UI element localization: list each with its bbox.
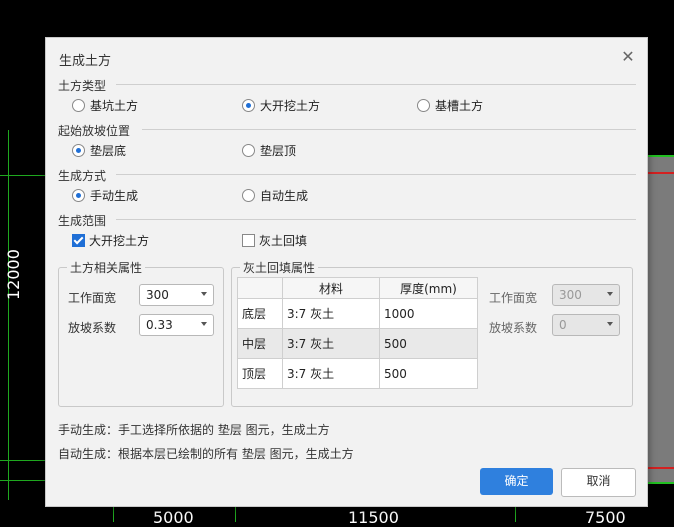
section-range: 生成范围 xyxy=(58,214,107,228)
chevron-down-icon xyxy=(607,322,613,326)
radio-label: 自动生成 xyxy=(260,189,309,203)
radio-manual[interactable]: 手动生成 xyxy=(72,187,138,204)
radio-circle xyxy=(72,99,85,112)
layer-cell: 底层 xyxy=(237,298,283,329)
radio-circle xyxy=(242,99,255,112)
select-value: 300 xyxy=(146,288,169,302)
backfill-table: 材料 厚度(mm) 底层 3:7 灰土 1000 中层 3:7 灰土 500 顶… xyxy=(237,277,478,389)
radio-circle xyxy=(417,99,430,112)
layer-cell: 顶层 xyxy=(237,358,283,389)
slope-select[interactable]: 0.33 xyxy=(139,314,214,336)
note-manual: 手动生成：手工选择所依据的 垫层 图元，生成土方 xyxy=(58,423,330,437)
backfill-slope-select: 0 xyxy=(552,314,620,336)
column-header: 厚度(mm) xyxy=(379,277,478,299)
checkbox-box xyxy=(72,234,85,247)
table-header: 材料 厚度(mm) xyxy=(237,277,478,299)
note-auto: 自动生成：根据本层已绘制的所有 垫层 图元，生成土方 xyxy=(58,447,354,461)
radio-label: 垫层顶 xyxy=(260,144,297,158)
material-cell[interactable]: 3:7 灰土 xyxy=(282,328,380,359)
checkbox-label: 灰土回填 xyxy=(259,234,308,248)
thickness-cell[interactable]: 500 xyxy=(379,328,478,359)
radio-label: 手动生成 xyxy=(90,189,139,203)
divider xyxy=(142,129,636,130)
radio-cushion-bottom[interactable]: 垫层底 xyxy=(72,142,126,159)
work-width-select[interactable]: 300 xyxy=(139,284,214,306)
divider xyxy=(116,219,636,220)
material-cell[interactable]: 3:7 灰土 xyxy=(282,298,380,329)
select-value: 300 xyxy=(559,288,582,302)
layer-cell: 中层 xyxy=(237,328,283,359)
thickness-cell[interactable]: 500 xyxy=(379,358,478,389)
ok-button[interactable]: 确定 xyxy=(480,468,553,495)
radio-label: 垫层底 xyxy=(90,144,127,158)
dialog-title: 生成土方 xyxy=(59,54,112,69)
backfill-slope-label: 放坡系数 xyxy=(489,321,538,335)
select-value: 0 xyxy=(559,318,567,332)
dim-label-bottom: 7500 xyxy=(585,508,626,527)
radio-circle xyxy=(242,144,255,157)
radio-label: 基坑土方 xyxy=(90,99,139,113)
checkbox-label: 大开挖土方 xyxy=(89,234,150,248)
chevron-down-icon xyxy=(201,322,207,326)
backfill-work-width-label: 工作面宽 xyxy=(489,291,538,305)
radio-circle xyxy=(72,144,85,157)
slope-label: 放坡系数 xyxy=(68,321,117,335)
radio-pit-earthwork[interactable]: 基坑土方 xyxy=(72,97,138,114)
chevron-down-icon xyxy=(201,292,207,296)
soil-properties-group: 土方相关属性 工作面宽 300 放坡系数 0.33 xyxy=(58,259,224,407)
cad-red-line xyxy=(646,172,674,174)
checkbox-box xyxy=(242,234,255,247)
table-row[interactable]: 底层 3:7 灰土 1000 xyxy=(237,298,478,329)
backfill-work-width-select: 300 xyxy=(552,284,620,306)
column-header: 材料 xyxy=(282,277,380,299)
work-width-label: 工作面宽 xyxy=(68,291,117,305)
radio-trench-earthwork[interactable]: 基槽土方 xyxy=(417,97,483,114)
thickness-cell[interactable]: 1000 xyxy=(379,298,478,329)
checkbox-lime-backfill[interactable]: 灰土回填 xyxy=(242,232,307,249)
chevron-down-icon xyxy=(607,292,613,296)
dim-label-bottom: 5000 xyxy=(153,508,194,527)
checkbox-open-excavation[interactable]: 大开挖土方 xyxy=(72,232,149,249)
radio-label: 大开挖土方 xyxy=(260,99,321,113)
dim-label-left: 12000 xyxy=(4,249,23,300)
grid-line xyxy=(0,175,45,176)
table-row[interactable]: 中层 3:7 灰土 500 xyxy=(237,328,478,359)
dim-label-bottom: 11500 xyxy=(348,508,399,527)
cad-red-line xyxy=(646,467,674,469)
group-title: 灰土回填属性 xyxy=(240,259,319,276)
close-icon[interactable]: ✕ xyxy=(619,48,637,66)
section-soil-type: 土方类型 xyxy=(58,79,107,93)
radio-open-excavation[interactable]: 大开挖土方 xyxy=(242,97,320,114)
section-method: 生成方式 xyxy=(58,169,107,183)
radio-circle xyxy=(242,189,255,202)
radio-auto[interactable]: 自动生成 xyxy=(242,187,308,204)
material-cell[interactable]: 3:7 灰土 xyxy=(282,358,380,389)
radio-circle xyxy=(72,189,85,202)
grid-line xyxy=(0,460,45,461)
column-header xyxy=(237,277,283,299)
table-row[interactable]: 顶层 3:7 灰土 500 xyxy=(237,358,478,389)
cancel-button[interactable]: 取消 xyxy=(561,468,636,497)
divider xyxy=(116,84,636,85)
section-start-position: 起始放坡位置 xyxy=(58,124,131,138)
divider xyxy=(116,174,636,175)
backfill-properties-group: 灰土回填属性 材料 厚度(mm) 底层 3:7 灰土 1000 中层 3:7 灰… xyxy=(231,259,633,407)
generate-earthwork-dialog: 生成土方 ✕ 土方类型 基坑土方 大开挖土方 基槽土方 起始放坡位置 垫层底 垫… xyxy=(45,37,648,507)
radio-cushion-top[interactable]: 垫层顶 xyxy=(242,142,296,159)
grid-line xyxy=(8,130,9,500)
radio-label: 基槽土方 xyxy=(435,99,484,113)
group-title: 土方相关属性 xyxy=(67,259,146,276)
select-value: 0.33 xyxy=(146,318,173,332)
cad-wall xyxy=(646,155,674,484)
